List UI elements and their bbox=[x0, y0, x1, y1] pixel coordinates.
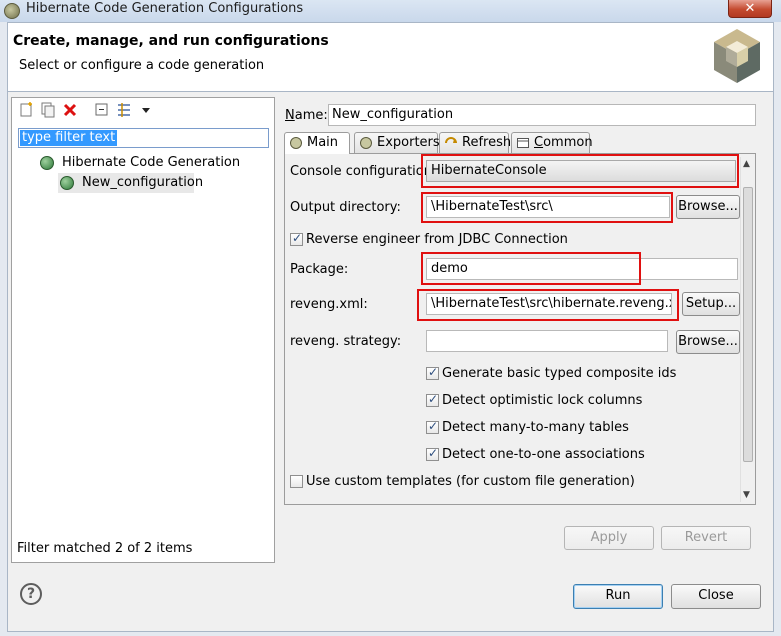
header-title: Create, manage, and run configurations bbox=[13, 33, 329, 49]
run-button[interactable]: Run bbox=[573, 584, 663, 609]
output-directory-browse-button[interactable]: Browse... bbox=[676, 195, 740, 219]
help-icon[interactable]: ? bbox=[20, 583, 42, 605]
revert-button[interactable]: Revert bbox=[661, 526, 751, 550]
reveng-strategy-input[interactable] bbox=[426, 330, 668, 352]
reveng-strategy-browse-button[interactable]: Browse... bbox=[676, 330, 740, 354]
highlight-package bbox=[421, 252, 641, 285]
scrollbar-thumb[interactable] bbox=[743, 187, 753, 462]
option-optimistic-lock-checkbox[interactable] bbox=[426, 392, 439, 407]
tab-main[interactable]: Main bbox=[284, 132, 350, 154]
collapse-all-icon[interactable] bbox=[94, 102, 110, 118]
option-one-to-one-checkbox[interactable] bbox=[426, 446, 439, 461]
reverse-engineer-label: Reverse engineer from JDBC Connection bbox=[306, 232, 568, 247]
configuration-name-input[interactable]: New_configuration bbox=[328, 104, 756, 126]
dialog-header: Create, manage, and run configurations S… bbox=[7, 22, 774, 92]
scroll-up-icon[interactable]: ▲ bbox=[743, 159, 750, 169]
option-one-to-one-label: Detect one-to-one associations bbox=[442, 447, 645, 462]
highlight-output-directory bbox=[421, 192, 673, 223]
delete-icon[interactable] bbox=[62, 102, 78, 118]
reveng-strategy-label: reveng. strategy: bbox=[290, 334, 402, 349]
tab-refresh[interactable]: Refresh bbox=[439, 132, 512, 153]
custom-templates-label: Use custom templates (for custom file ge… bbox=[306, 474, 635, 489]
option-composite-ids-label: Generate basic typed composite ids bbox=[442, 366, 677, 381]
tab-exporters[interactable]: Exporters bbox=[354, 132, 440, 153]
tab-label: Main bbox=[307, 135, 339, 150]
highlight-reveng-xml bbox=[417, 289, 679, 321]
apply-button[interactable]: Apply bbox=[564, 526, 654, 550]
scroll-down-icon[interactable]: ▼ bbox=[743, 490, 750, 500]
window-close-button[interactable]: ✕ bbox=[728, 0, 772, 18]
tab-content-scrollbar[interactable]: ▲ ▼ bbox=[740, 157, 754, 502]
tree-item-new-configuration[interactable]: New_configuration bbox=[58, 173, 203, 193]
left-toolbar bbox=[12, 98, 274, 124]
configuration-list-panel: type filter text Hibernate Code Generati… bbox=[11, 97, 275, 563]
close-button[interactable]: Close bbox=[671, 584, 761, 609]
name-label: Name: bbox=[285, 108, 328, 123]
duplicate-icon[interactable] bbox=[40, 102, 56, 118]
new-config-icon[interactable] bbox=[18, 102, 34, 118]
exporters-tab-icon bbox=[360, 137, 372, 149]
tree-item-label: New_configuration bbox=[82, 175, 204, 190]
title-bar: Hibernate Code Generation Configurations… bbox=[0, 0, 781, 22]
tab-label: Common bbox=[534, 135, 593, 150]
hibernate-gear-icon bbox=[40, 156, 54, 170]
console-configuration-label: Console configuration: bbox=[290, 164, 437, 179]
refresh-tab-icon bbox=[445, 137, 457, 144]
highlight-console-configuration bbox=[421, 154, 739, 188]
option-many-to-many-checkbox[interactable] bbox=[426, 419, 439, 434]
option-optimistic-lock-label: Detect optimistic lock columns bbox=[442, 393, 643, 408]
option-many-to-many-label: Detect many-to-many tables bbox=[442, 420, 629, 435]
filter-icon[interactable] bbox=[116, 102, 132, 118]
common-tab-icon bbox=[517, 138, 529, 148]
package-label: Package: bbox=[290, 262, 349, 277]
window-title: Hibernate Code Generation Configurations bbox=[26, 1, 304, 16]
output-directory-label: Output directory: bbox=[290, 200, 401, 215]
tab-common[interactable]: Common bbox=[511, 132, 593, 153]
main-tab-icon bbox=[290, 137, 302, 149]
reveng-xml-label: reveng.xml: bbox=[290, 297, 368, 312]
filter-input-text: type filter text bbox=[20, 130, 118, 146]
dropdown-arrow-icon[interactable] bbox=[138, 102, 154, 118]
tab-label: Refresh bbox=[462, 135, 512, 150]
header-subtitle: Select or configure a code generation bbox=[19, 58, 265, 73]
filter-input[interactable]: type filter text bbox=[18, 128, 269, 148]
reveng-setup-button[interactable]: Setup... bbox=[682, 292, 740, 316]
option-composite-ids-checkbox[interactable] bbox=[426, 365, 439, 380]
filter-status: Filter matched 2 of 2 items bbox=[17, 541, 193, 556]
reverse-engineer-checkbox[interactable] bbox=[290, 231, 303, 246]
hibernate-logo-icon bbox=[714, 29, 760, 83]
hibernate-app-icon bbox=[4, 3, 20, 19]
hibernate-config-icon bbox=[60, 176, 74, 190]
tree-item-label: Hibernate Code Generation bbox=[62, 155, 241, 170]
tab-label: Exporters bbox=[377, 135, 440, 150]
custom-templates-checkbox[interactable] bbox=[290, 475, 303, 488]
